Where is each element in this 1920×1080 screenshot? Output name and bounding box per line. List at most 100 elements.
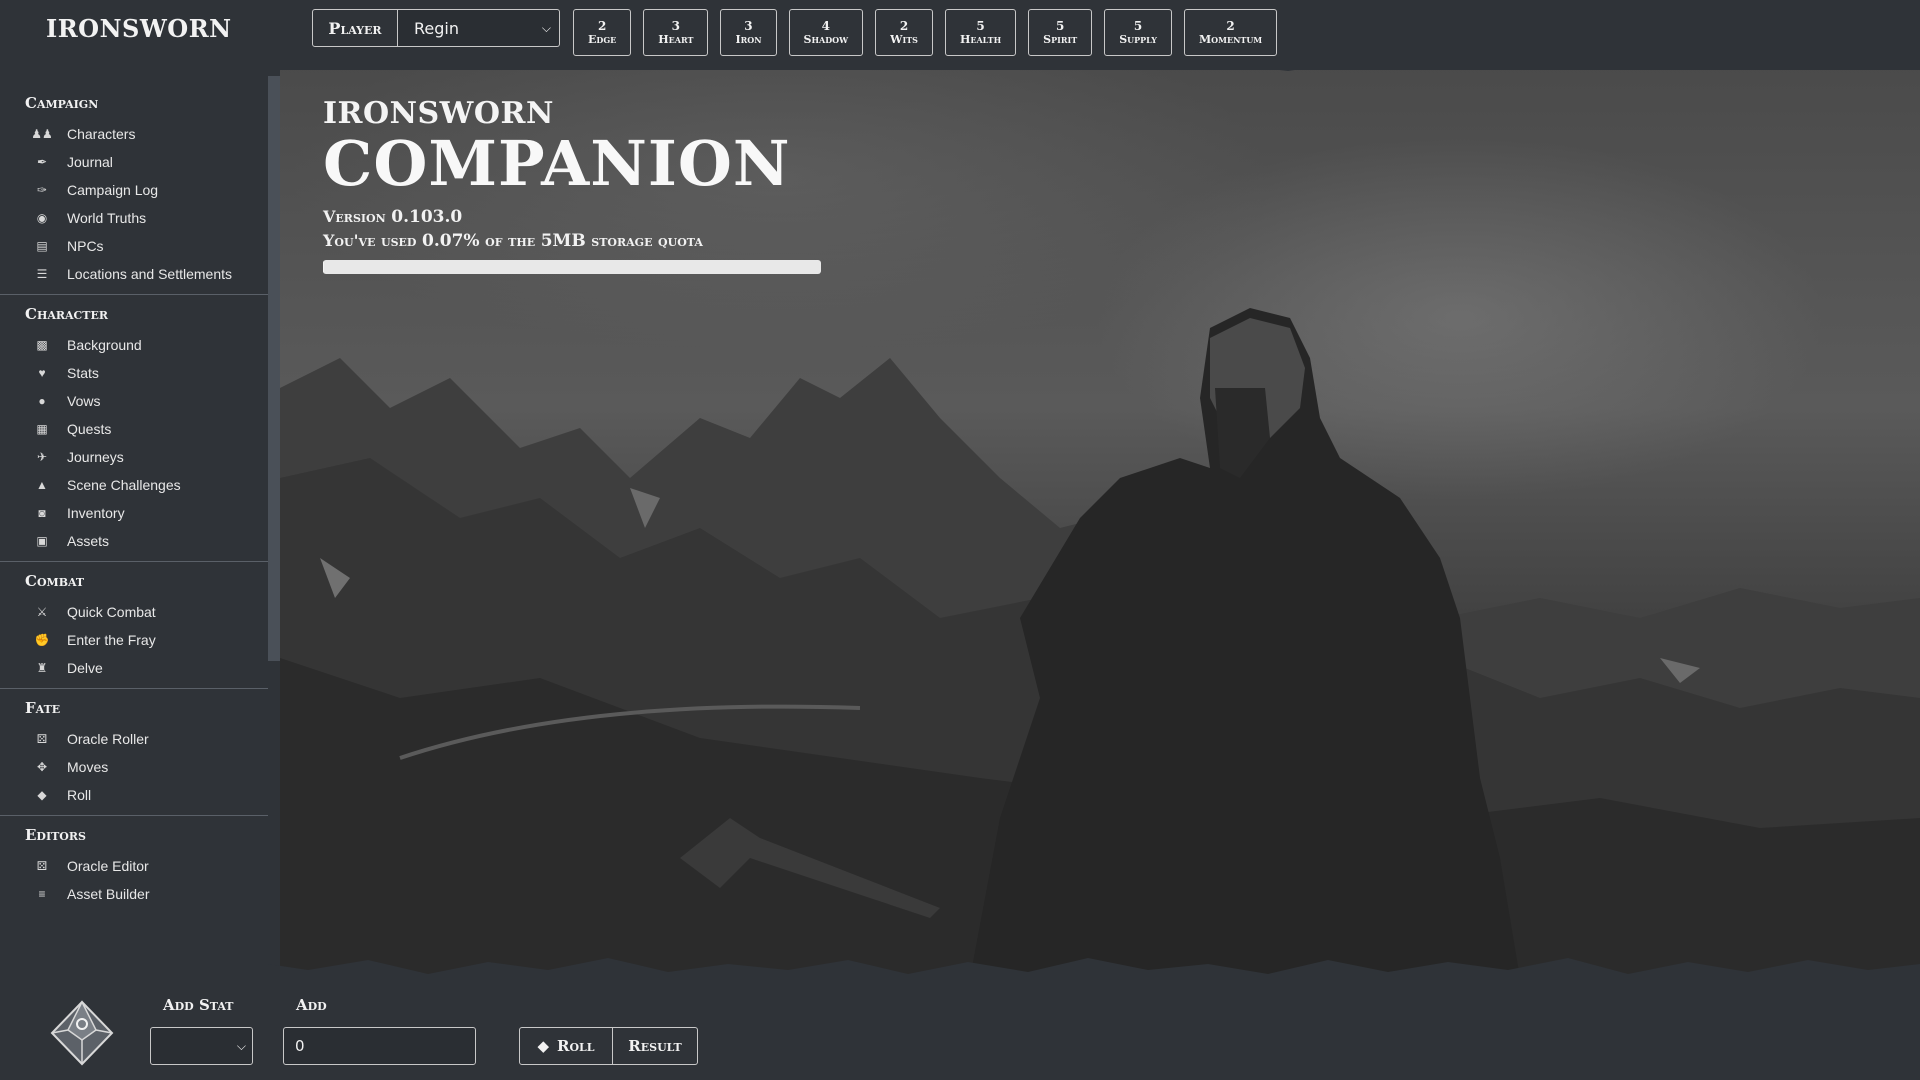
sidebar-item-characters[interactable]: ♟♟ Characters <box>0 120 268 148</box>
sidebar-item-world-truths[interactable]: ◉ World Truths <box>0 204 268 232</box>
sidebar-section-title: Combat <box>25 572 85 590</box>
quill-icon: ✑ <box>36 183 48 197</box>
sidebar-item-oracle-roller[interactable]: ⚄ Oracle Roller <box>0 725 268 753</box>
sidebar-item-label: Journal <box>67 154 113 170</box>
add-input[interactable]: 0 <box>283 1027 476 1065</box>
dungeon-icon: ♜ <box>36 661 48 675</box>
sidebar-item-label: Asset Builder <box>67 886 150 902</box>
speech-bubble-icon: ● <box>38 394 46 408</box>
add-label: Add <box>296 996 327 1014</box>
stat-label: Health <box>959 32 1002 46</box>
roll-bar: Add Stat ⌵ Add 0 ◆ Roll Result <box>0 980 1920 1080</box>
stat-edge-button[interactable]: 2 Edge <box>573 9 632 56</box>
feather-icon: ✒ <box>36 155 48 169</box>
sidebar-scrollbar[interactable] <box>268 76 280 661</box>
sidebar-item-label: Roll <box>67 787 92 803</box>
sidebar-section-character: Character ▩ Background ♥ Stats ● Vows ▦ … <box>0 294 268 561</box>
crossed-swords-icon: ⚔ <box>36 605 48 619</box>
stat-label: Heart <box>658 32 694 46</box>
sidebar-item-inventory[interactable]: ◙ Inventory <box>0 499 268 527</box>
stat-label: Edge <box>588 32 617 46</box>
sidebar-item-label: Characters <box>67 126 136 142</box>
sidebar-item-label: Delve <box>67 660 103 676</box>
storage-quota-progress-bar <box>323 260 821 274</box>
stat-wits-button[interactable]: 2 Wits <box>875 9 933 56</box>
player-select[interactable]: Regin ⌵ <box>398 9 560 47</box>
sidebar-item-locations[interactable]: ☰ Locations and Settlements <box>0 260 268 288</box>
sidebar-item-label: Inventory <box>67 505 125 521</box>
sidebar-item-delve[interactable]: ♜ Delve <box>0 654 268 682</box>
sidebar-item-label: Oracle Roller <box>67 731 149 747</box>
sidebar-item-journal[interactable]: ✒ Journal <box>0 148 268 176</box>
sidebar-item-oracle-editor[interactable]: ⚄ Oracle Editor <box>0 852 268 880</box>
sidebar-item-label: Enter the Fray <box>67 632 156 648</box>
sidebar-item-quests[interactable]: ▦ Quests <box>0 415 268 443</box>
stat-label: Wits <box>890 32 918 46</box>
sidebar-item-roll[interactable]: ◆ Roll <box>0 781 268 809</box>
chevron-down-icon: ⌵ <box>236 1038 246 1053</box>
sidebar-item-stats[interactable]: ♥ Stats <box>0 359 268 387</box>
sidebar-section-fate: Fate ⚄ Oracle Roller ✥ Moves ◆ Roll <box>0 688 268 815</box>
sidebar-item-scene-challenges[interactable]: ▲ Scene Challenges <box>0 471 268 499</box>
torn-edge-bottom <box>268 958 1920 982</box>
sidebar-item-npcs[interactable]: ▤ NPCs <box>0 232 268 260</box>
stat-buttons: 2 Edge 3 Heart 3 Iron 4 Shadow 2 Wits 5 … <box>573 9 1278 56</box>
sidebar-item-label: Vows <box>67 393 101 409</box>
id-card-icon: ▩ <box>36 338 48 352</box>
sidebar-item-journeys[interactable]: ✈ Journeys <box>0 443 268 471</box>
sidebar-item-label: Quests <box>67 421 112 437</box>
stat-value: 2 <box>1226 18 1235 33</box>
stat-spirit-button[interactable]: 5 Spirit <box>1028 9 1093 56</box>
brand-logo[interactable]: IRONSWORN <box>46 14 232 43</box>
quota-prefix: You've used <box>323 231 417 250</box>
roll-button-group: ◆ Roll Result <box>519 1027 698 1065</box>
result-button[interactable]: Result <box>613 1027 698 1065</box>
stat-supply-button[interactable]: 5 Supply <box>1104 9 1172 56</box>
sidebar-item-assets[interactable]: ▣ Assets <box>0 527 268 555</box>
sidebar-section-editors: Editors ⚄ Oracle Editor ≡ Asset Builder <box>0 815 268 914</box>
sidebar-item-enter-the-fray[interactable]: ✊ Enter the Fray <box>0 626 268 654</box>
stat-value: 5 <box>1133 18 1143 33</box>
sidebar-section-title: Fate <box>25 699 61 717</box>
sack-icon: ◙ <box>38 506 46 520</box>
sidebar-item-background[interactable]: ▩ Background <box>0 331 268 359</box>
sidebar-section-title: Editors <box>25 826 86 844</box>
sidebar-item-vows[interactable]: ● Vows <box>0 387 268 415</box>
stat-health-button[interactable]: 5 Health <box>944 9 1017 56</box>
sidebar-item-moves[interactable]: ✥ Moves <box>0 753 268 781</box>
id-badge-icon: ▤ <box>36 239 48 253</box>
sidebar-item-label: Oracle Editor <box>67 858 149 874</box>
globe-icon: ◉ <box>36 211 48 225</box>
sidebar-section-title: Character <box>25 305 109 323</box>
add-stat-select[interactable]: ⌵ <box>150 1027 253 1065</box>
stat-value: 5 <box>1055 18 1065 33</box>
sidebar-item-label: Campaign Log <box>67 182 159 198</box>
d10-icon: ◆ <box>37 788 47 802</box>
stat-value: 2 <box>597 18 607 33</box>
roll-button[interactable]: ◆ Roll <box>519 1027 613 1065</box>
stat-value: 4 <box>821 18 830 33</box>
layers-icon: ≡ <box>38 887 46 901</box>
stat-heart-button[interactable]: 3 Heart <box>643 9 709 56</box>
hiker-icon: ✈ <box>36 450 48 464</box>
sidebar-item-asset-builder[interactable]: ≡ Asset Builder <box>0 880 268 908</box>
sidebar-item-campaign-log[interactable]: ✑ Campaign Log <box>0 176 268 204</box>
version-line: Version 0.103.0 <box>323 207 821 227</box>
stat-momentum-button[interactable]: 2 Momentum <box>1183 9 1278 56</box>
quota-line: You've used 0.07% of the 5MB storage quo… <box>323 231 821 251</box>
heart-pulse-icon: ♥ <box>38 366 46 380</box>
version-number: 0.103.0 <box>391 207 463 227</box>
sidebar-item-quick-combat[interactable]: ⚔ Quick Combat <box>0 598 268 626</box>
sidebar-item-label: Scene Challenges <box>67 477 181 493</box>
quota-size: 5MB <box>540 231 586 251</box>
quota-percent: 0.07% <box>422 231 480 251</box>
roll-button-label: Roll <box>557 1037 595 1055</box>
d10-die-icon[interactable] <box>50 1000 114 1066</box>
d10-icon: ◆ <box>537 1037 549 1055</box>
quota-suffix: storage quota <box>591 231 703 250</box>
stat-label: Shadow <box>803 32 849 46</box>
sidebar-item-label: Background <box>67 337 142 353</box>
stat-iron-button[interactable]: 3 Iron <box>720 9 777 56</box>
signpost-icon: ☰ <box>36 267 48 281</box>
stat-shadow-button[interactable]: 4 Shadow <box>788 9 864 56</box>
